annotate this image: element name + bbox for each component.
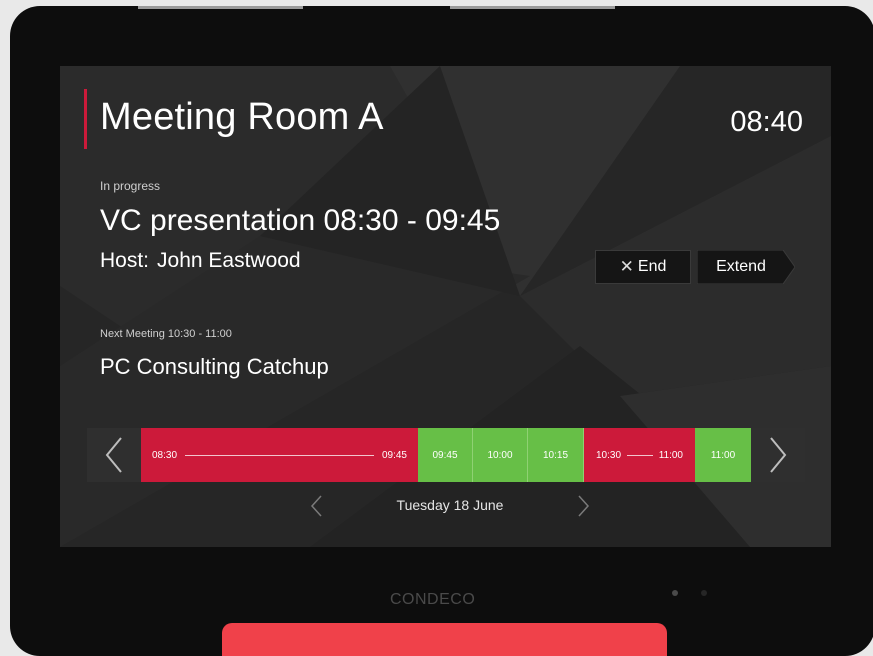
chevron-left-icon <box>310 495 322 517</box>
room-display-screen: Meeting Room A 08:40 In progress VC pres… <box>60 66 831 547</box>
tablet-device: Meeting Room A 08:40 In progress VC pres… <box>10 6 873 656</box>
slot-start-time: 08:30 <box>152 449 178 461</box>
device-top-edge <box>138 6 303 9</box>
date-navigator: Tuesday 18 June <box>300 491 600 521</box>
slot-end-time: 11:00 <box>658 449 683 461</box>
host-label: Host: <box>100 249 150 272</box>
slot-time: 10:15 <box>542 449 569 461</box>
device-indicator-dot <box>672 590 678 596</box>
slot-time: 11:00 <box>710 449 736 461</box>
meeting-status: In progress <box>100 179 161 193</box>
slot-time: 09:45 <box>432 449 458 461</box>
current-meeting-title: VC presentation 08:30 - 09:45 <box>100 204 501 237</box>
timeline-prev-button[interactable] <box>87 428 141 482</box>
chevron-right-icon <box>578 495 590 517</box>
slot-start-time: 10:30 <box>596 449 622 461</box>
device-led-bar <box>222 623 667 656</box>
timeline-slot-free[interactable]: 09:45 <box>418 428 473 482</box>
prev-date-button[interactable] <box>306 493 326 519</box>
next-meeting-label: Next Meeting 10:30 - 11:00 <box>100 328 232 340</box>
timeline-slot-free[interactable]: 10:00 <box>473 428 528 482</box>
timeline-next-button[interactable] <box>751 428 805 482</box>
next-meeting-title: PC Consulting Catchup <box>100 354 329 379</box>
timeline-slot-booked[interactable]: 10:30 11:00 <box>584 428 695 482</box>
timeline-slot-free[interactable]: 11:00 <box>695 428 751 482</box>
end-meeting-button[interactable]: ✕ End <box>595 250 691 284</box>
selected-date: Tuesday 18 June <box>396 497 504 513</box>
room-name: Meeting Room A <box>100 96 384 138</box>
end-button-label: End <box>637 258 667 275</box>
current-time: 08:40 <box>730 106 803 138</box>
host-name: John Eastwood <box>157 249 301 272</box>
meeting-host: Host: John Eastwood <box>100 249 301 273</box>
extend-meeting-button[interactable]: Extend <box>697 250 795 284</box>
timeline-slot-free[interactable]: 10:15 <box>528 428 584 482</box>
slot-duration-line <box>627 454 653 456</box>
device-indicator-dot <box>701 590 707 596</box>
device-top-edge <box>450 6 615 9</box>
booking-timeline: 08:30 09:45 09:45 10:00 10:15 10:30 11:0… <box>87 428 805 482</box>
next-date-button[interactable] <box>574 493 594 519</box>
chevron-right-icon <box>770 437 787 473</box>
chevron-left-icon <box>105 437 122 473</box>
accent-bar <box>84 89 87 149</box>
extend-button-label: Extend <box>716 258 766 275</box>
slot-duration-line <box>185 454 374 456</box>
close-icon: ✕ <box>619 257 634 276</box>
slot-time: 10:00 <box>487 449 513 461</box>
timeline-slot-booked[interactable]: 08:30 09:45 <box>141 428 418 482</box>
device-brand-logo: CONDECO <box>390 591 476 608</box>
slot-end-time: 09:45 <box>381 449 407 461</box>
